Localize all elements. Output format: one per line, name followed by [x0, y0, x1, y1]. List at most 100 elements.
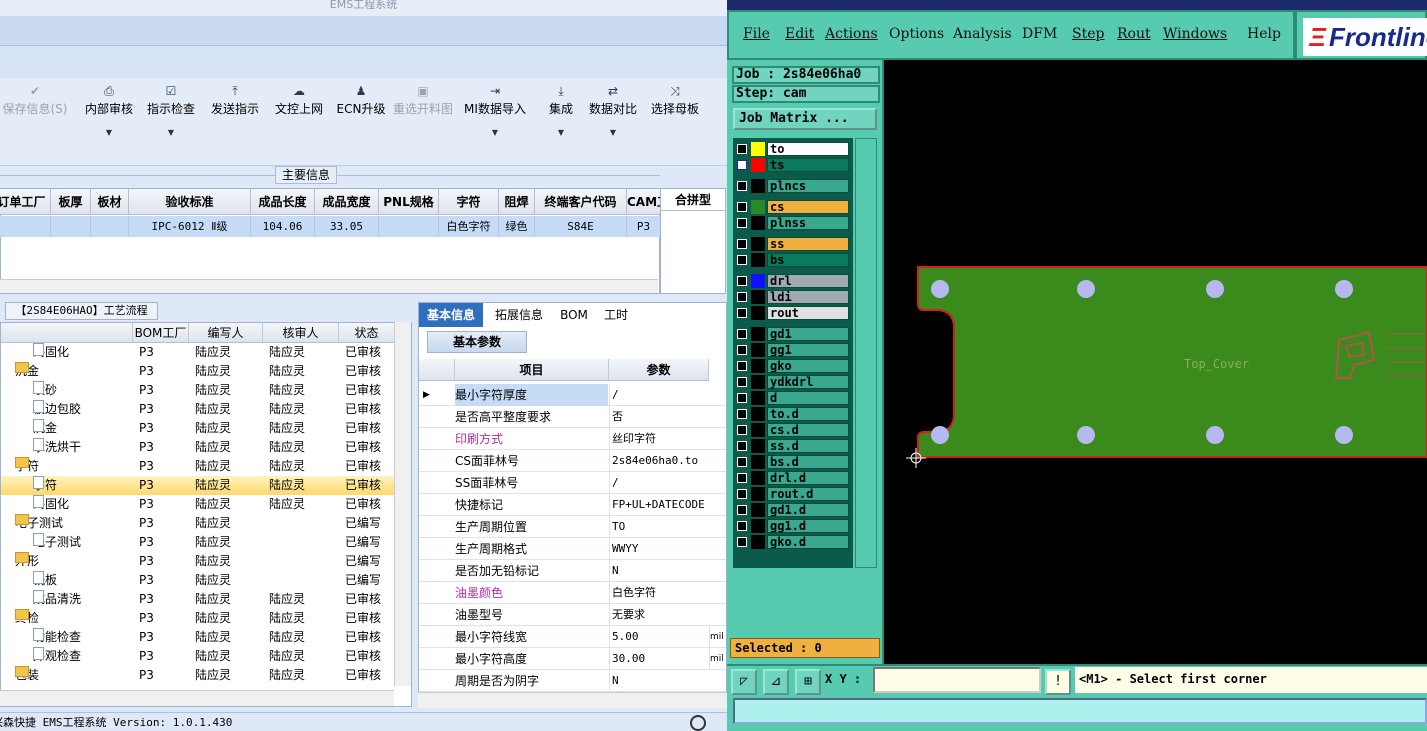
layer-checkbox[interactable] — [737, 393, 747, 403]
layer-name[interactable]: plncs — [767, 179, 849, 193]
props-horizontal-scrollbar[interactable] — [418, 692, 727, 708]
flow-row[interactable]: 包装 P3 陆应灵 陆应灵 已审核 — [1, 666, 395, 685]
xy-input[interactable] — [873, 667, 1041, 693]
menu-dfm[interactable]: DFM — [1022, 26, 1057, 42]
layer-name[interactable]: ydkdrl — [767, 375, 849, 389]
prop-row[interactable]: 生产周期位置 TO — [419, 516, 726, 538]
column-header[interactable]: 验收标准 — [129, 189, 251, 215]
column-header[interactable]: 成品宽度 — [315, 189, 379, 215]
layer-checkbox[interactable] — [737, 377, 747, 387]
table-cell[interactable]: 104.06 — [251, 216, 315, 237]
prop-value[interactable]: 5.00 — [609, 626, 709, 648]
prop-row[interactable]: 是否高平整度要求 否 — [419, 406, 726, 428]
layer-row[interactable]: gg1 — [735, 343, 851, 357]
table-cell[interactable]: S84E — [535, 216, 627, 237]
prop-row[interactable]: 周期是否为阴字 N — [419, 670, 726, 692]
menu-options[interactable]: Options — [889, 26, 944, 42]
flow-row[interactable]: 外形 P3 陆应灵 已编写 — [1, 552, 395, 571]
flow-row[interactable]: 终固化 P3 陆应灵 陆应灵 已审核 — [1, 495, 395, 514]
layer-name[interactable]: drl.d — [767, 471, 849, 485]
column-header[interactable]: CAM工 — [627, 189, 661, 215]
prop-subtab[interactable]: 基本参数 — [427, 331, 527, 353]
flow-row[interactable]: 字符 P3 陆应灵 陆应灵 已审核 — [1, 457, 395, 476]
prop-tab[interactable]: 工时 — [597, 303, 635, 327]
toolbar-button[interactable]: ⇥ MI数据导入 ▼ — [460, 82, 530, 152]
layer-row[interactable]: ss.d — [735, 439, 851, 453]
dropdown-arrow-icon[interactable]: ▼ — [136, 128, 206, 137]
prop-row[interactable]: ▶ 最小字符厚度 / — [419, 384, 726, 406]
layer-name[interactable]: gg1.d — [767, 519, 849, 533]
flow-column-header[interactable]: 编写人 — [189, 323, 263, 343]
flow-row[interactable]: 水洗烘干 P3 陆应灵 陆应灵 已审核 — [1, 438, 395, 457]
prop-value[interactable]: 否 — [609, 406, 709, 428]
column-header[interactable]: 阻焊 — [499, 189, 535, 215]
prop-column-header[interactable]: 项目 — [455, 359, 609, 381]
flow-row[interactable]: 沉金 P3 陆应灵 陆应灵 已审核 — [1, 362, 395, 381]
layer-row[interactable]: ts — [735, 158, 851, 172]
layer-name[interactable]: rout — [767, 306, 849, 320]
flow-row[interactable]: 终固化 P3 陆应灵 陆应灵 已审核 — [1, 343, 395, 362]
layer-name[interactable]: drl — [767, 274, 849, 288]
table-cell[interactable] — [51, 216, 91, 237]
layer-name[interactable]: bs — [767, 253, 849, 267]
layer-checkbox[interactable] — [737, 144, 747, 154]
prop-row[interactable]: 油墨颜色 白色字符 — [419, 582, 726, 604]
toolbar-button[interactable]: ☁ 文控上网 — [264, 82, 334, 152]
message-field[interactable] — [733, 698, 1427, 724]
layer-name[interactable]: gko.d — [767, 535, 849, 549]
layer-row[interactable]: plncs — [735, 179, 851, 193]
table-cell[interactable]: IPC-6012 Ⅱ级 — [129, 216, 251, 237]
menu-analysis[interactable]: Analysis — [953, 26, 1012, 42]
layer-checkbox[interactable] — [737, 489, 747, 499]
menu-edit[interactable]: Edit — [785, 26, 814, 42]
prop-value[interactable]: N — [609, 670, 709, 692]
layer-row[interactable]: gko.d — [735, 535, 851, 549]
menu-windows[interactable]: Windows — [1163, 26, 1227, 42]
flow-row[interactable]: 外观检查 P3 陆应灵 陆应灵 已审核 — [1, 647, 395, 666]
prop-row[interactable]: 生产周期格式 WWYY — [419, 538, 726, 560]
layer-row[interactable]: gd1.d — [735, 503, 851, 517]
toolbar-button[interactable]: ☑ 指示检查 ▼ — [136, 82, 206, 152]
prop-row[interactable]: 油墨型号 无要求 — [419, 604, 726, 626]
dropdown-arrow-icon[interactable]: ▼ — [460, 128, 530, 137]
layer-name[interactable]: ts — [767, 158, 849, 172]
layer-checkbox[interactable] — [737, 329, 747, 339]
layer-checkbox[interactable] — [737, 537, 747, 547]
prop-row[interactable]: 印刷方式 丝印字符 — [419, 428, 726, 450]
prop-value[interactable]: TO — [609, 516, 709, 538]
layer-name[interactable]: gd1 — [767, 327, 849, 341]
layer-name[interactable]: gko — [767, 359, 849, 373]
layer-name[interactable]: gg1 — [767, 343, 849, 357]
column-header[interactable]: 订单工厂 — [0, 189, 51, 215]
layer-row[interactable]: bs — [735, 253, 851, 267]
layer-row[interactable]: ss — [735, 237, 851, 251]
layer-name[interactable]: to — [767, 142, 849, 156]
layer-row[interactable]: ydkdrl — [735, 375, 851, 389]
prop-value[interactable]: 2s84e06ha0.to — [609, 450, 709, 472]
zoom-window-button[interactable]: ◸ — [731, 669, 757, 695]
layer-name[interactable]: d — [767, 391, 849, 405]
flow-row[interactable]: 字符 P3 陆应灵 陆应灵 已审核 — [1, 476, 395, 495]
layer-name[interactable]: rout.d — [767, 487, 849, 501]
prop-value[interactable]: 无要求 — [609, 604, 709, 626]
layer-checkbox[interactable] — [737, 308, 747, 318]
layer-row[interactable]: rout.d — [735, 487, 851, 501]
menu-file[interactable]: File — [743, 26, 770, 42]
job-matrix-button[interactable]: Job Matrix ... — [733, 108, 877, 130]
grid-snap-button[interactable]: ⊞ — [795, 669, 821, 695]
prop-value[interactable]: 白色字符 — [609, 582, 709, 604]
prop-row[interactable]: SS面菲林号 / — [419, 472, 726, 494]
graphic-canvas[interactable]: Top_Cover — [884, 60, 1427, 664]
column-header[interactable]: 字符 — [439, 189, 499, 215]
layer-name[interactable]: ldi — [767, 290, 849, 304]
flow-column-header[interactable]: 核审人 — [263, 323, 339, 343]
layer-checkbox[interactable] — [737, 505, 747, 515]
layer-row[interactable]: cs.d — [735, 423, 851, 437]
layer-row[interactable]: cs — [735, 200, 851, 214]
layer-checkbox[interactable] — [737, 218, 747, 228]
prop-value[interactable]: 30.00 — [609, 648, 709, 670]
prop-value[interactable]: / — [609, 472, 709, 494]
flow-row[interactable]: 铣板 P3 陆应灵 已编写 — [1, 571, 395, 590]
prop-tab[interactable]: 基本信息 — [419, 303, 483, 327]
layer-name[interactable]: plnss — [767, 216, 849, 230]
